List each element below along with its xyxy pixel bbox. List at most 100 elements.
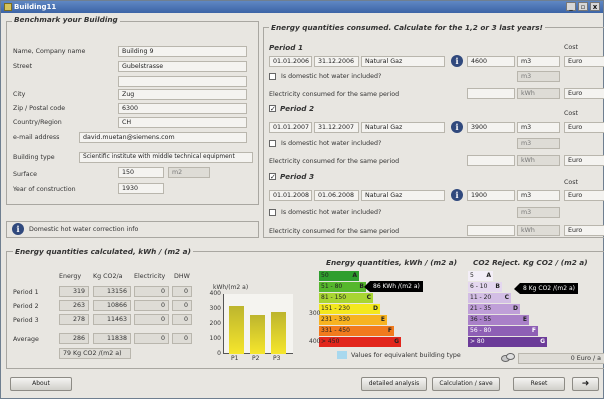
period-2-checkbox[interactable]: ✓ — [269, 105, 276, 113]
energy-band-range: 81 - 150 — [321, 294, 347, 301]
energy-marker-400: 400 — [309, 338, 321, 345]
country-field[interactable]: CH — [118, 117, 247, 128]
street2-field[interactable] — [118, 76, 247, 87]
co2-band-letter: G — [540, 338, 545, 345]
building-type-label: Building type — [13, 154, 55, 161]
chart-bar-p3 — [271, 312, 286, 354]
period-1-hw-unit: m3 — [517, 71, 560, 82]
header-co2: Kg CO2/a — [93, 273, 123, 280]
coins-icon — [501, 353, 515, 363]
period-3-elec-label: Electricity consumed for the same period — [269, 228, 400, 235]
zip-field[interactable]: 6300 — [118, 103, 247, 114]
exit-icon[interactable]: ➜ — [572, 377, 599, 391]
period-2-elec-qty[interactable] — [467, 155, 515, 166]
co2-band-range: 11 - 20 — [470, 294, 492, 301]
city-label: City — [13, 91, 26, 98]
surface-unit: m2 — [168, 167, 210, 178]
period-2-fuel[interactable]: Natural Gaz — [361, 122, 445, 133]
energy-band-range: 151 - 230 — [321, 305, 350, 312]
period-3-from[interactable]: 01.01.2008 — [269, 190, 312, 201]
co2-band-range: 56 - 80 — [470, 327, 492, 334]
period-2-hw-unit: m3 — [517, 138, 560, 149]
period-1-from[interactable]: 01.01.2006 — [269, 56, 312, 67]
benchmark-title: Benchmark your Building — [12, 15, 120, 24]
chart-bar-p1 — [229, 306, 244, 354]
energy-band-range: 231 - 330 — [321, 316, 350, 323]
surface-field[interactable]: 150 — [118, 167, 164, 178]
energy-marker-300: 300 — [309, 310, 321, 317]
close-button[interactable]: x — [590, 2, 600, 11]
period-3-hotwater-checkbox[interactable] — [269, 209, 276, 216]
period-1-hotwater-checkbox[interactable] — [269, 73, 276, 80]
energy-band-a: 50 A — [319, 271, 359, 281]
header-electricity: Electricity — [134, 273, 166, 280]
period-2-hotwater-label: Is domestic hot water included? — [281, 140, 382, 147]
hotwater-info-label: Domestic hot water correction info — [29, 226, 139, 233]
window-title: Building11 — [14, 3, 57, 11]
period-1-elec-currency[interactable]: Euro — [564, 88, 604, 99]
co2-band-range: 6 - 10 — [470, 283, 488, 290]
detailed-analysis-button[interactable]: detailed analysis — [361, 377, 427, 391]
co2-band-g: > 80 G — [468, 337, 547, 347]
about-button[interactable]: About — [10, 377, 72, 391]
period-3-qty[interactable]: 1900 — [467, 190, 515, 201]
period-1-currency[interactable]: Euro — [564, 56, 604, 67]
email-field[interactable]: david.muetan@siemens.com — [79, 132, 247, 143]
period-3-fuel[interactable]: Natural Gaz — [361, 190, 445, 201]
period-2-elec-unit: kWh — [517, 155, 560, 166]
period-2-from[interactable]: 01.01.2007 — [269, 122, 312, 133]
chart-xtick: P3 — [273, 355, 281, 362]
period-3-checkbox[interactable]: ✓ — [269, 173, 276, 181]
period-3-info-icon[interactable]: i — [451, 189, 463, 201]
period-1-info-icon[interactable]: i — [451, 55, 463, 67]
row-1-label: Period 1 — [13, 289, 39, 296]
period-1-qty[interactable]: 4600 — [467, 56, 515, 67]
energy-band-letter: G — [394, 338, 399, 345]
surface-label: Surface — [13, 171, 37, 178]
period-1-unit[interactable]: m3 — [517, 56, 560, 67]
energy-band-letter: D — [373, 305, 378, 312]
period-3-unit[interactable]: m3 — [517, 190, 560, 201]
period-2-unit[interactable]: m3 — [517, 122, 560, 133]
energy-band-range: 331 - 450 — [321, 327, 350, 334]
period-1-fuel[interactable]: Natural Gaz — [361, 56, 445, 67]
period-2-qty[interactable]: 3900 — [467, 122, 515, 133]
energy-band-f: 331 - 450 F — [319, 326, 394, 336]
co2-band-e: 36 - 55 E — [468, 315, 529, 325]
period-2-currency[interactable]: Euro — [564, 122, 604, 133]
co2-band-c: 11 - 20 C — [468, 293, 511, 303]
minimize-button[interactable]: _ — [566, 2, 576, 11]
period-3-elec-qty[interactable] — [467, 225, 515, 236]
period-2-hotwater-checkbox[interactable] — [269, 140, 276, 147]
period-3-elec-currency[interactable]: Euro — [564, 225, 604, 236]
energy-band-d: 151 - 230 D — [319, 304, 380, 314]
period-1-elec-qty[interactable] — [467, 88, 515, 99]
co2-band-letter: B — [495, 283, 500, 290]
energy-band-range: 50 — [321, 272, 329, 279]
row-2-co2: 10866 — [93, 300, 131, 311]
name-field[interactable]: Building 9 — [118, 46, 247, 57]
year-label: Year of construction — [13, 186, 76, 193]
building-type-select[interactable]: Scientific institute with middle technic… — [79, 152, 253, 163]
reset-button[interactable]: Reset — [513, 377, 565, 391]
energy-band-range: > 450 — [321, 338, 340, 345]
co2-band-letter: D — [513, 305, 518, 312]
co2-pointer: 8 Kg CO2 /(m2 a) — [520, 283, 578, 294]
period-2-elec-currency[interactable]: Euro — [564, 155, 604, 166]
city-field[interactable]: Zug — [118, 89, 247, 100]
period-3-currency[interactable]: Euro — [564, 190, 604, 201]
period-1-to[interactable]: 31.12.2006 — [314, 56, 359, 67]
info-icon[interactable]: i — [12, 223, 24, 235]
period-2-info-icon[interactable]: i — [451, 121, 463, 133]
period-2-to[interactable]: 31.12.2007 — [314, 122, 359, 133]
calculation-save-button[interactable]: Calculation / save — [432, 377, 500, 391]
row-1-elec: 0 — [134, 286, 169, 297]
maximize-button[interactable]: ▫ — [578, 2, 588, 11]
year-field[interactable]: 1930 — [118, 183, 164, 194]
period-3-to[interactable]: 01.06.2008 — [314, 190, 359, 201]
consumed-title: Energy quantities consumed. Calculate fo… — [269, 23, 545, 32]
period-3-elec-unit: kWh — [517, 225, 560, 236]
street-field[interactable]: Gubelstrasse — [118, 61, 247, 72]
co2-band-range: > 80 — [470, 338, 485, 345]
energy-band-letter: F — [387, 327, 392, 334]
